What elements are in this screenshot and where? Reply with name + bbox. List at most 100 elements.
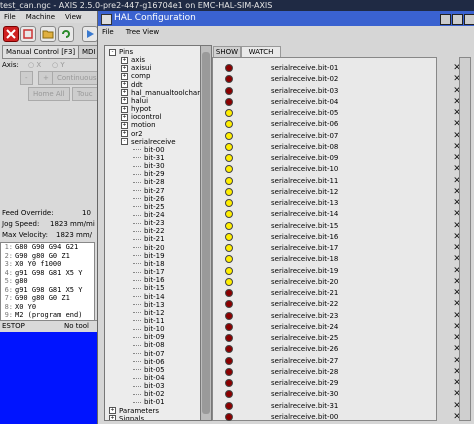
tree-node[interactable]: bit-18 — [133, 260, 165, 268]
expand-icon[interactable]: + — [121, 72, 128, 80]
led-indicator — [225, 345, 233, 354]
preview-area[interactable] — [0, 332, 97, 424]
window-menu-icon[interactable] — [101, 14, 112, 25]
tree-node[interactable]: - Pins — [109, 48, 133, 56]
tree-node[interactable]: + or2 — [121, 130, 143, 138]
watch-scrollbar[interactable] — [459, 57, 471, 421]
axis-menu-file[interactable]: File — [4, 13, 16, 21]
collapse-icon[interactable]: - — [109, 48, 116, 56]
expand-icon[interactable]: + — [121, 97, 128, 105]
tree-node[interactable]: bit-22 — [133, 227, 165, 235]
run-button[interactable] — [82, 26, 98, 42]
watch-pin-label: serialreceive.bit-21 — [271, 289, 339, 297]
tree-node[interactable]: bit-23 — [133, 219, 165, 227]
tree-node[interactable]: bit-31 — [133, 154, 165, 162]
tree-node[interactable]: bit-12 — [133, 309, 165, 317]
axis-menu-machine[interactable]: Machine — [26, 13, 55, 21]
collapse-icon[interactable]: - — [121, 138, 128, 146]
tree-node[interactable]: + Signals — [109, 415, 144, 420]
tab-manual-control[interactable]: Manual Control [F3] — [2, 45, 80, 59]
tree-node[interactable]: bit-07 — [133, 350, 165, 358]
axis-radio-x[interactable]: ○ X — [28, 61, 41, 69]
tree-node[interactable]: bit-20 — [133, 244, 165, 252]
power-button[interactable] — [20, 26, 36, 42]
expand-icon[interactable]: + — [121, 113, 128, 121]
continuous-select[interactable]: Continuous — [52, 71, 102, 85]
tree-node[interactable]: bit-25 — [133, 203, 165, 211]
tree-node[interactable]: + hal_manualtoolchang — [121, 89, 201, 97]
expand-icon[interactable]: + — [121, 64, 128, 72]
hal-menu-file[interactable]: File — [102, 28, 114, 36]
touch-off-button[interactable]: Touc — [72, 87, 98, 101]
tree-node[interactable]: bit-14 — [133, 293, 165, 301]
tree-branch-line — [133, 296, 141, 297]
reload-icon — [62, 30, 70, 38]
jog-minus-button[interactable]: - — [20, 71, 33, 85]
axis-radio-y[interactable]: ○ Y — [52, 61, 65, 69]
expand-icon[interactable]: + — [121, 56, 128, 64]
tree-node[interactable]: bit-19 — [133, 252, 165, 260]
tree-node[interactable]: bit-13 — [133, 301, 165, 309]
tree-scrollbar[interactable] — [200, 45, 212, 421]
tree-node[interactable]: + halui — [121, 97, 148, 105]
expand-icon[interactable]: + — [121, 121, 128, 129]
hal-menu-tree-view[interactable]: Tree View — [126, 28, 159, 36]
expand-icon[interactable]: + — [109, 415, 116, 420]
tree-node[interactable]: bit-08 — [133, 341, 165, 349]
tree-node[interactable]: + ddt — [121, 81, 143, 89]
tree-node[interactable]: bit-15 — [133, 284, 165, 292]
tree-node[interactable]: bit-21 — [133, 235, 165, 243]
watch-pin-label: serialreceive.bit-12 — [271, 187, 339, 196]
tree-node[interactable]: bit-27 — [133, 187, 165, 195]
tree-node[interactable]: bit-01 — [133, 398, 165, 406]
expand-icon[interactable]: + — [121, 105, 128, 113]
close-icon[interactable] — [464, 14, 474, 25]
watch-panel: serialreceive.bit-01 ✕ serialreceive.bit-0… — [212, 57, 461, 421]
open-file-button[interactable] — [40, 26, 56, 42]
tree-node[interactable]: bit-30 — [133, 162, 165, 170]
tree-node[interactable]: bit-24 — [133, 211, 165, 219]
tree-scrollbar-thumb[interactable] — [202, 52, 210, 414]
tree-node[interactable]: bit-16 — [133, 276, 165, 284]
tree-node[interactable]: bit-03 — [133, 382, 165, 390]
tree-node[interactable]: bit-04 — [133, 374, 165, 382]
tree-node[interactable]: bit-17 — [133, 268, 165, 276]
gcode-listing[interactable]: 1: G80 G90 G94 G21 2: G90 g80 G0 Z1 3: X0 Y… — [0, 242, 95, 324]
expand-icon[interactable]: + — [109, 407, 116, 415]
tree-node[interactable]: + hypot — [121, 105, 151, 113]
tree-node[interactable]: bit-26 — [133, 195, 165, 203]
tree-node[interactable]: bit-09 — [133, 333, 165, 341]
led-indicator — [225, 154, 233, 162]
tree-node[interactable]: + iocontrol — [121, 113, 162, 121]
tree-branch-line — [133, 361, 141, 363]
tree-branch-line — [133, 214, 141, 216]
tree-node[interactable]: + axis — [121, 56, 145, 64]
hal-tree-view[interactable]: - Pins + axis + axisui + comp + ddt + hal_manualtoo… — [104, 45, 202, 421]
tree-node[interactable]: bit-02 — [133, 390, 165, 398]
tab-watch[interactable]: WATCH — [241, 46, 281, 57]
tree-node[interactable]: bit-11 — [133, 317, 165, 325]
expand-icon[interactable]: + — [121, 81, 128, 89]
tree-node-label: iocontrol — [131, 113, 162, 122]
expand-icon[interactable]: + — [121, 130, 128, 137]
axis-menu-view[interactable]: View — [65, 13, 82, 21]
tree-node[interactable]: + Parameters — [109, 407, 159, 415]
expand-icon[interactable]: + — [121, 89, 128, 97]
estop-button[interactable] — [3, 26, 19, 42]
watch-pin-label: serialreceive.bit-26 — [271, 345, 339, 354]
tree-node[interactable]: bit-29 — [133, 170, 165, 178]
tree-node[interactable]: + comp — [121, 72, 150, 80]
home-all-button[interactable]: Home All — [28, 87, 70, 101]
tree-node[interactable]: - serialreceive — [121, 138, 176, 146]
tree-node[interactable]: bit-06 — [133, 358, 165, 366]
tree-node[interactable]: bit-05 — [133, 366, 165, 374]
tree-node[interactable]: + axisui — [121, 64, 151, 72]
tree-node[interactable]: + motion — [121, 121, 156, 129]
tree-node[interactable]: bit-10 — [133, 325, 165, 333]
reload-button[interactable] — [58, 26, 74, 42]
tree-node[interactable]: bit-28 — [133, 178, 165, 186]
tree-node[interactable]: bit-00 — [133, 146, 165, 154]
tree-node-label: bit-27 — [144, 186, 165, 195]
maximize-icon[interactable] — [452, 14, 463, 25]
minimize-icon[interactable] — [440, 14, 451, 25]
